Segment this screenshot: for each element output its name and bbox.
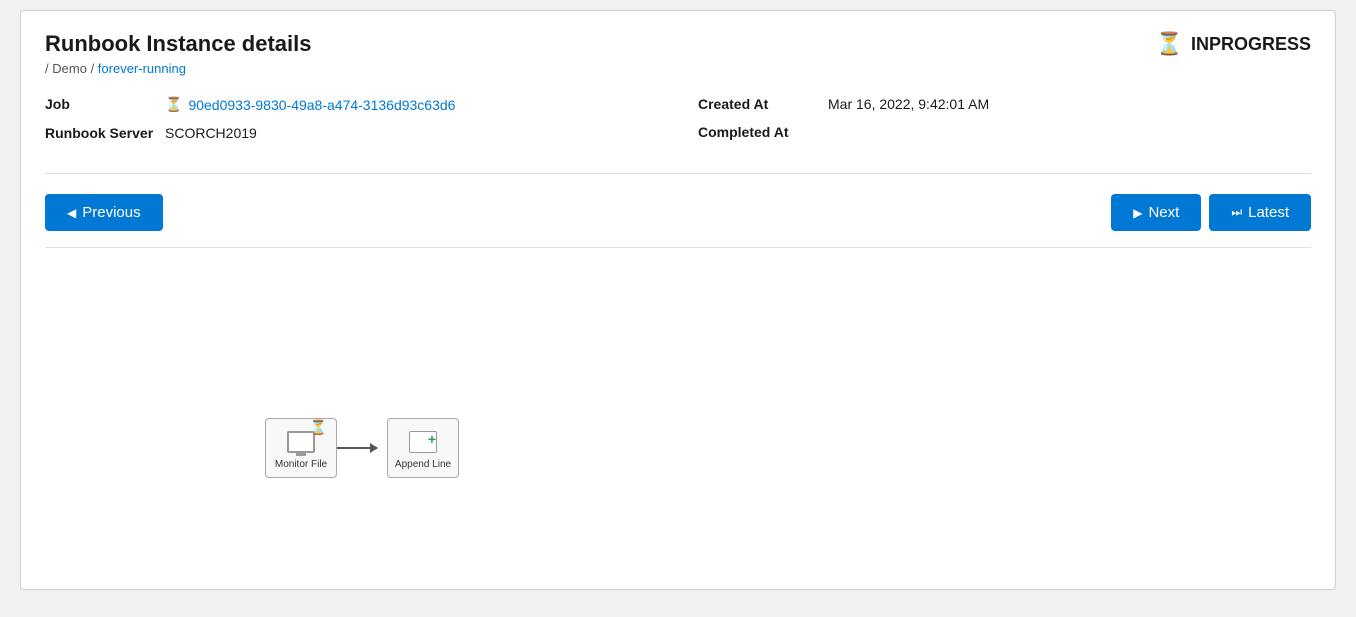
breadcrumb-separator2: / — [91, 61, 98, 76]
job-value: ⏳ 90ed0933-9830-49a8-a474-3136d93c63d6 — [165, 96, 455, 113]
runbook-server-value: SCORCH2019 — [165, 125, 257, 141]
workflow-node-monitor-file[interactable]: ⏳ Monitor File — [265, 418, 337, 478]
breadcrumb-separator: / — [45, 61, 49, 76]
job-hourglass-icon: ⏳ — [165, 96, 182, 113]
arrow-connector — [337, 447, 387, 449]
workflow-diagram: ⏳ Monitor File + Append Line — [45, 258, 1311, 558]
nav-right: ▶ Next ⏭ Latest — [1111, 194, 1311, 231]
append-line-icon-area: + — [405, 427, 441, 457]
nav-left: ◀ Previous — [45, 194, 163, 231]
completed-at-label: Completed At — [698, 124, 828, 140]
hourglass-icon: ⏳ — [1156, 31, 1183, 57]
created-at-row: Created At Mar 16, 2022, 9:42:01 AM — [698, 96, 1311, 112]
workflow-container: ⏳ Monitor File + Append Line — [265, 418, 459, 478]
arrow-line — [337, 447, 377, 449]
latest-label: Latest — [1248, 204, 1289, 221]
created-at-label: Created At — [698, 96, 828, 112]
previous-icon: ◀ — [67, 206, 76, 220]
completed-at-row: Completed At — [698, 124, 1311, 140]
next-button[interactable]: ▶ Next — [1111, 194, 1201, 231]
job-id-link[interactable]: 90ed0933-9830-49a8-a474-3136d93c63d6 — [188, 97, 455, 113]
status-badge: ⏳ INPROGRESS — [1156, 31, 1311, 57]
job-row: Job ⏳ 90ed0933-9830-49a8-a474-3136d93c63… — [45, 96, 658, 113]
append-line-icon: + — [409, 431, 437, 453]
left-details: Job ⏳ 90ed0933-9830-49a8-a474-3136d93c63… — [45, 96, 658, 153]
runbook-server-row: Runbook Server SCORCH2019 — [45, 125, 658, 141]
previous-label: Previous — [82, 204, 140, 221]
monitor-file-label: Monitor File — [275, 459, 327, 470]
breadcrumb-demo: Demo — [52, 61, 87, 76]
navigation-bar: ◀ Previous ▶ Next ⏭ Latest — [45, 174, 1311, 248]
next-label: Next — [1148, 204, 1179, 221]
monitor-file-icon-area: ⏳ — [283, 427, 319, 457]
runbook-server-label: Runbook Server — [45, 125, 165, 141]
workflow-node-append-line[interactable]: + Append Line — [387, 418, 459, 478]
details-section: Job ⏳ 90ed0933-9830-49a8-a474-3136d93c63… — [45, 96, 1311, 174]
node-hourglass-icon: ⏳ — [310, 419, 327, 436]
breadcrumb: / Demo / forever-running — [45, 61, 1311, 76]
latest-icon: ⏭ — [1231, 205, 1242, 220]
previous-button[interactable]: ◀ Previous — [45, 194, 163, 231]
breadcrumb-forever-running[interactable]: forever-running — [98, 61, 186, 76]
created-at-value: Mar 16, 2022, 9:42:01 AM — [828, 96, 989, 112]
job-label: Job — [45, 96, 165, 112]
status-label: INPROGRESS — [1191, 34, 1311, 55]
runbook-instance-card: ⏳ INPROGRESS Runbook Instance details / … — [20, 10, 1336, 590]
right-details: Created At Mar 16, 2022, 9:42:01 AM Comp… — [658, 96, 1311, 152]
page-title: Runbook Instance details — [45, 31, 1311, 57]
append-plus-icon: + — [428, 432, 436, 446]
latest-button[interactable]: ⏭ Latest — [1209, 194, 1311, 231]
append-line-label: Append Line — [395, 459, 451, 470]
next-icon: ▶ — [1133, 206, 1142, 220]
